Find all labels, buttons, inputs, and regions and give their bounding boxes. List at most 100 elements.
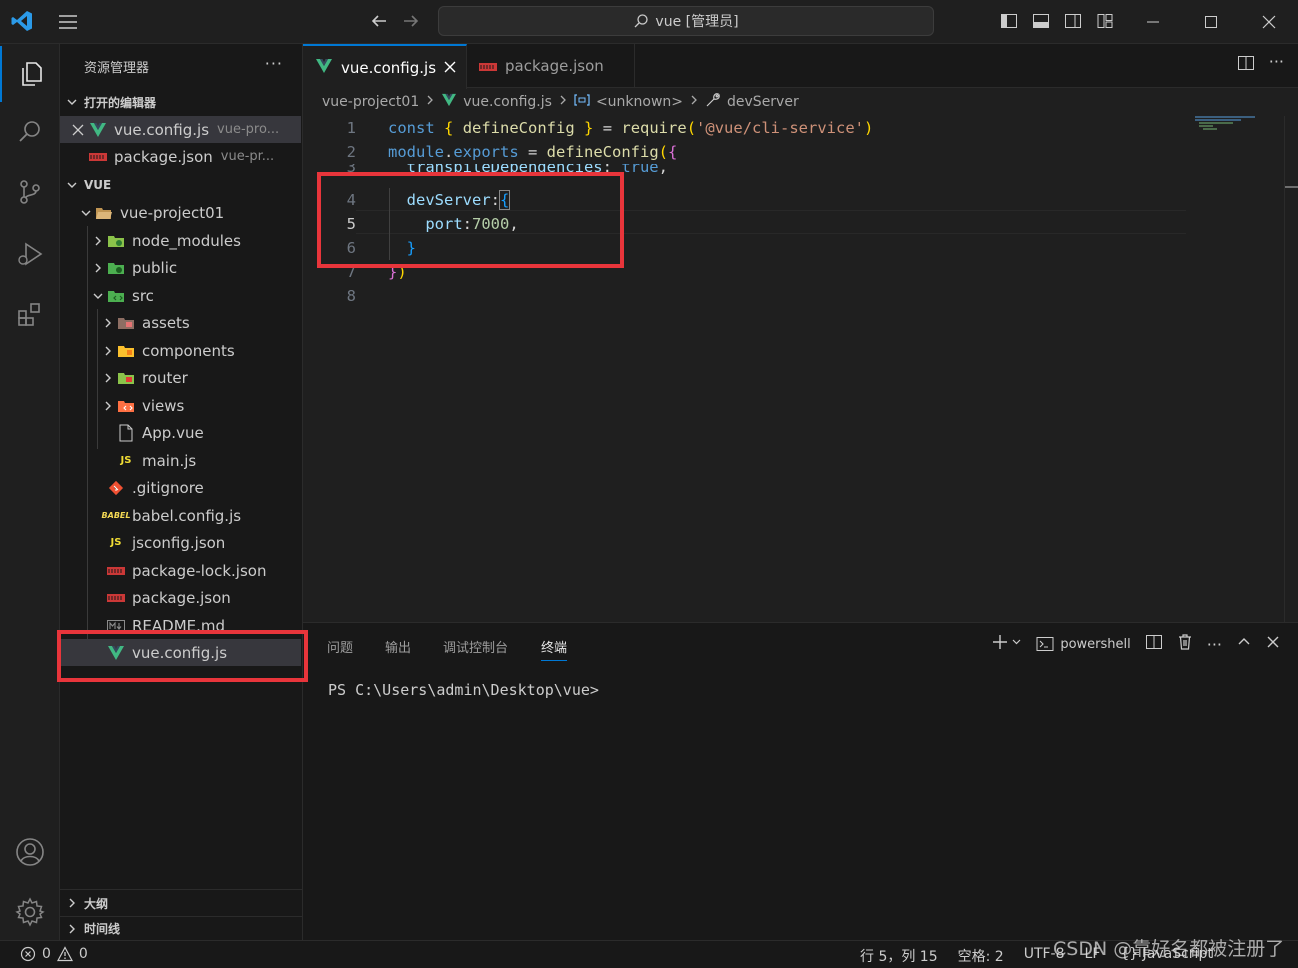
menu-icon[interactable]	[56, 10, 80, 34]
panel-tab-output[interactable]: 输出	[385, 637, 411, 656]
tree-folder-assets[interactable]: assets	[60, 309, 301, 336]
title-bar: vue [管理员]	[0, 0, 1298, 44]
tab-package-json[interactable]: package.json	[467, 44, 635, 88]
code-token: true	[621, 164, 659, 176]
tree-file-main-js[interactable]: JS main.js	[60, 447, 301, 474]
chevron-right-icon	[90, 262, 106, 274]
tree-file-package-json[interactable]: package.json	[60, 584, 301, 611]
watermark: CSDN @靠好名都被注册了	[1053, 938, 1285, 960]
more-actions-icon[interactable]: ···	[1269, 54, 1284, 76]
line-number: 1	[346, 119, 356, 137]
tree-file-app-vue[interactable]: App.vue	[60, 419, 301, 446]
trash-icon[interactable]	[1177, 633, 1193, 655]
terminal-prompt[interactable]: PS C:\Users\admin\Desktop\vue>	[328, 681, 599, 699]
tree-file-babel-config[interactable]: BABEL babel.config.js	[60, 502, 301, 529]
maximize-panel-icon[interactable]	[1236, 634, 1252, 654]
close-icon[interactable]	[60, 124, 88, 136]
wrench-icon	[705, 92, 721, 112]
run-debug-icon[interactable]	[0, 226, 60, 282]
extensions-icon[interactable]	[0, 286, 60, 342]
breadcrumb-symbol-unknown[interactable]: <unknown>	[596, 94, 683, 110]
tree-label: .gitignore	[132, 478, 204, 497]
panel-tab-terminal[interactable]: 终端	[541, 637, 568, 661]
close-panel-icon[interactable]	[1266, 635, 1280, 653]
toggle-panel-icon[interactable]	[1030, 8, 1052, 34]
more-actions-icon[interactable]: ···	[1207, 635, 1222, 654]
tree-folder-public[interactable]: public	[60, 254, 301, 281]
chevron-right-icon	[425, 94, 435, 110]
account-icon[interactable]	[0, 824, 60, 880]
tree-label: views	[142, 396, 185, 415]
tree-file-jsconfig[interactable]: JS jsconfig.json	[60, 529, 301, 556]
tree-folder-views[interactable]: views	[60, 392, 301, 419]
vertical-scrollbar[interactable]	[1284, 116, 1298, 622]
toggle-primary-sidebar-icon[interactable]	[998, 8, 1020, 34]
split-terminal-icon[interactable]	[1145, 633, 1163, 655]
code-token: require	[621, 119, 687, 137]
tree-folder-router[interactable]: router	[60, 364, 301, 391]
cursor-position[interactable]: 行 5，列 15	[860, 946, 938, 966]
customize-layout-icon[interactable]	[1094, 8, 1116, 34]
tree-folder-src[interactable]: src	[60, 282, 301, 309]
explorer-icon[interactable]	[0, 46, 60, 102]
terminal-shell-name: powershell	[1060, 636, 1131, 652]
terminal-selector[interactable]: powershell	[1036, 636, 1131, 652]
npm-icon	[88, 148, 108, 166]
code-token: {	[668, 143, 678, 161]
problems-status[interactable]: 0 0	[20, 946, 88, 962]
source-control-icon[interactable]	[0, 164, 60, 220]
minimize-button[interactable]	[1124, 0, 1182, 44]
panel-tab-debug-console[interactable]: 调试控制台	[443, 637, 508, 656]
vue-file-icon	[315, 58, 333, 78]
tree-folder-components[interactable]: components	[60, 337, 301, 364]
activity-bar	[0, 44, 60, 940]
minimap[interactable]	[1195, 116, 1275, 136]
open-editor-item[interactable]: package.json vue-pr...	[60, 143, 301, 170]
split-editor-icon[interactable]	[1237, 54, 1255, 76]
tree-label: node_modules	[132, 231, 241, 250]
breadcrumb-symbol-devserver[interactable]: devServer	[727, 94, 799, 110]
panel-tab-problems[interactable]: 问题	[327, 637, 353, 656]
folder-open-icon	[94, 204, 114, 222]
code-token: const	[388, 119, 435, 137]
close-window-button[interactable]	[1240, 0, 1298, 44]
indentation[interactable]: 空格: 2	[958, 946, 1004, 966]
command-center-search[interactable]: vue [管理员]	[438, 6, 934, 36]
explorer-more-actions-icon[interactable]: ···	[265, 54, 283, 73]
back-arrow-icon[interactable]	[368, 10, 390, 32]
new-terminal-icon[interactable]	[992, 634, 1022, 654]
line-number: 2	[346, 143, 356, 161]
breadcrumb-file[interactable]: vue.config.js	[463, 94, 552, 110]
chevron-down-icon	[78, 207, 94, 219]
open-editor-item[interactable]: vue.config.js vue-pro...	[60, 116, 301, 143]
workspace-section[interactable]: VUE	[60, 173, 303, 197]
breadcrumb-project[interactable]: vue-project01	[322, 94, 419, 110]
tree-file-gitignore[interactable]: .gitignore	[60, 474, 301, 501]
tree-file-package-lock[interactable]: package-lock.json	[60, 557, 301, 584]
toggle-secondary-sidebar-icon[interactable]	[1062, 8, 1084, 34]
search-icon[interactable]	[0, 104, 60, 160]
settings-gear-icon[interactable]	[0, 884, 60, 940]
error-count: 0	[42, 946, 51, 962]
editor-tab-bar: vue.config.js package.json ···	[303, 44, 1298, 89]
tree-label: router	[142, 368, 188, 387]
code-line: 8	[303, 284, 1203, 308]
code-token: ,	[658, 164, 668, 176]
chevron-right-icon	[100, 372, 116, 384]
error-icon	[20, 946, 36, 962]
open-editor-desc: vue-pro...	[217, 122, 280, 137]
timeline-section[interactable]: 时间线	[60, 916, 303, 940]
tree-label: main.js	[142, 451, 197, 470]
chevron-right-icon	[689, 94, 699, 110]
tab-vue-config[interactable]: vue.config.js	[303, 44, 467, 89]
forward-arrow-icon[interactable]	[400, 10, 422, 32]
tree-folder-vue-project01[interactable]: vue-project01	[60, 199, 301, 226]
close-icon[interactable]	[444, 59, 456, 77]
outline-section[interactable]: 大纲	[60, 889, 303, 916]
chevron-down-icon	[60, 96, 84, 108]
tree-folder-node-modules[interactable]: node_modules	[60, 227, 301, 254]
tree-label: vue-project01	[120, 203, 225, 222]
maximize-button[interactable]	[1182, 0, 1240, 44]
open-editors-section[interactable]: 打开的编辑器	[60, 90, 303, 114]
